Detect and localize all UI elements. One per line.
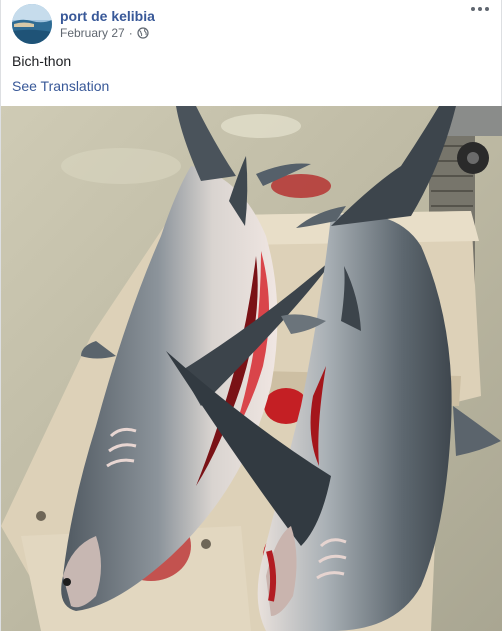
more-options-icon[interactable]	[468, 2, 492, 16]
post-header: port de kelibia February 27 ·	[12, 4, 492, 46]
post-photo[interactable]	[1, 106, 502, 631]
post-date[interactable]: February 27	[60, 26, 125, 40]
see-translation-link[interactable]: See Translation	[12, 78, 109, 94]
page-name-link[interactable]: port de kelibia	[60, 8, 155, 24]
globe-icon[interactable]	[137, 27, 149, 39]
dot	[471, 7, 475, 11]
meta-separator: ·	[128, 26, 133, 40]
post-meta: February 27 ·	[60, 26, 149, 40]
post-text: Bich-thon	[12, 53, 72, 69]
dot	[478, 7, 482, 11]
dot	[485, 7, 489, 11]
sharks-photo	[1, 106, 502, 631]
avatar-image	[12, 4, 52, 44]
page-avatar[interactable]	[12, 4, 52, 44]
facebook-post: port de kelibia February 27 · Bich-thon …	[0, 0, 502, 631]
